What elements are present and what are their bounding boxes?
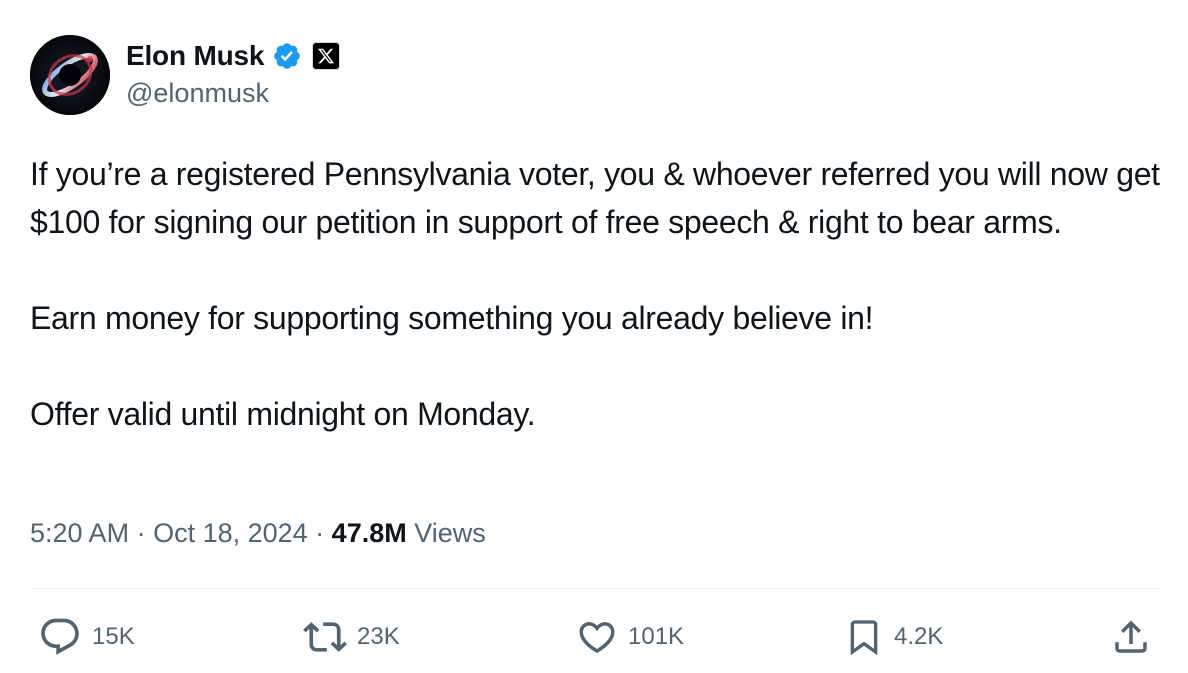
share-icon xyxy=(1115,620,1147,653)
tweet-text: If you’re a registered Pennsylvania vote… xyxy=(30,150,1165,438)
tweet-card: Elon Musk @elonmusk If you’re a register… xyxy=(0,0,1188,673)
share-button[interactable] xyxy=(1110,612,1152,662)
tweet-paragraph: If you’re a registered Pennsylvania vote… xyxy=(30,156,1160,240)
like-count: 101K xyxy=(628,623,685,650)
avatar[interactable] xyxy=(30,35,110,115)
divider xyxy=(30,588,1161,589)
tweet-paragraph: Offer valid until midnight on Monday. xyxy=(30,396,536,432)
repost-count: 23K xyxy=(357,623,400,650)
repost-icon xyxy=(303,622,347,652)
bookmark-button[interactable]: 4.2K xyxy=(844,612,943,662)
tweet-paragraph: Earn money for supporting something you … xyxy=(30,300,874,336)
author-handle[interactable]: @elonmusk xyxy=(126,78,269,109)
reply-button[interactable]: 15K xyxy=(38,612,135,662)
bookmark-count: 4.2K xyxy=(894,623,944,650)
views-count: 47.8M xyxy=(331,518,407,548)
meta-separator: · xyxy=(129,518,154,548)
author-display-name[interactable]: Elon Musk xyxy=(126,40,264,72)
x-logo-icon[interactable] xyxy=(312,42,341,70)
verified-icon[interactable] xyxy=(272,41,302,71)
repost-button[interactable]: 23K xyxy=(303,612,400,662)
views-label: Views xyxy=(406,518,486,548)
meta-separator: · xyxy=(307,518,332,548)
author-name-row: Elon Musk xyxy=(126,38,341,74)
timestamp-time[interactable]: 5:20 AM xyxy=(30,518,129,548)
tweet-meta: 5:20 AM · Oct 18, 2024 · 47.8M Views xyxy=(30,518,486,549)
like-button[interactable]: 101K xyxy=(576,612,684,662)
reply-icon xyxy=(41,618,79,655)
reply-count: 15K xyxy=(92,623,135,650)
action-bar: 15K 23K 101K 4.2K xyxy=(0,612,1188,662)
timestamp-date[interactable]: Oct 18, 2024 xyxy=(153,518,308,548)
like-icon xyxy=(579,622,615,654)
bookmark-icon xyxy=(850,620,878,656)
